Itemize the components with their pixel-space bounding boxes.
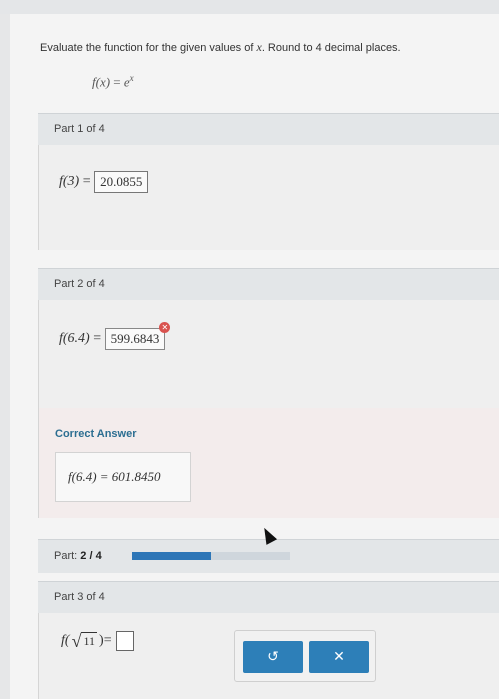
part-2-answer-box[interactable]: 599.6843 ✕	[104, 322, 171, 350]
part-1-body: f(3) = 20.0855	[38, 145, 499, 250]
part-2-header: Part 2 of 4	[38, 268, 499, 300]
correct-answer-title: Correct Answer	[55, 428, 137, 440]
part-2-body: f(6.4) = 599.6843 ✕	[38, 300, 499, 408]
part-3-header: Part 3 of 4	[38, 581, 499, 613]
part-3-lhs-open: f(	[61, 633, 70, 648]
part-3-answer-input[interactable]	[115, 631, 134, 651]
clear-button[interactable]: ✕	[309, 641, 369, 673]
question-prefix: Evaluate the function for the given valu…	[40, 42, 257, 54]
progress-label: Part: 2 / 4	[54, 550, 102, 562]
progress-label-text: Part:	[54, 550, 78, 562]
undo-button[interactable]: ↺	[243, 641, 303, 673]
function-definition: f(x) = ex	[92, 73, 134, 90]
function-exponent: x	[129, 73, 134, 83]
function-lhs: f(x)	[92, 74, 111, 90]
sqrt-symbol: √ 11	[71, 631, 98, 651]
part-1-expression: f(3) = 20.0855	[59, 171, 149, 193]
progress-row: Part: 2 / 4	[38, 539, 499, 573]
top-bar	[0, 0, 499, 14]
part-2-eq: =	[89, 331, 105, 347]
part-3-eq: =	[103, 633, 112, 648]
part-3-label: Part 3 of 4	[54, 591, 105, 603]
progress-bar	[132, 552, 290, 560]
correct-answer-card: f(6.4) = 601.8450	[55, 452, 191, 502]
progress-value: 2 / 4	[80, 550, 102, 562]
part-2-expression: f(6.4) = 599.6843 ✕	[59, 322, 171, 350]
answer-button-group: ↺ ✕	[234, 630, 376, 682]
correct-answer-text: f(6.4) = 601.8450	[68, 469, 161, 484]
part-2-answer: 599.6843	[110, 331, 160, 346]
close-icon: ✕	[333, 649, 345, 665]
part-1-header: Part 1 of 4	[38, 113, 499, 145]
part-1-eq: =	[79, 174, 95, 190]
radical-icon: √	[71, 631, 82, 651]
part-3-expression: f( √ 11 ) =	[61, 631, 134, 651]
undo-icon: ↺	[267, 649, 279, 665]
progress-fill	[132, 552, 211, 560]
part-1-answer-box[interactable]: 20.0855	[94, 171, 149, 193]
left-strip	[0, 14, 10, 699]
part-2-lhs: f(6.4)	[59, 331, 90, 347]
part-2-label: Part 2 of 4	[54, 278, 105, 290]
part-1-lhs: f(3)	[59, 174, 80, 190]
radicand: 11	[81, 632, 98, 648]
part-1-label: Part 1 of 4	[54, 123, 105, 135]
incorrect-icon: ✕	[159, 322, 171, 333]
question-suffix: . Round to 4 decimal places.	[261, 42, 401, 54]
function-eq: =	[110, 74, 124, 90]
correct-answer-panel: Correct Answer f(6.4) = 601.8450	[38, 408, 499, 518]
question-text: Evaluate the function for the given valu…	[40, 40, 401, 55]
